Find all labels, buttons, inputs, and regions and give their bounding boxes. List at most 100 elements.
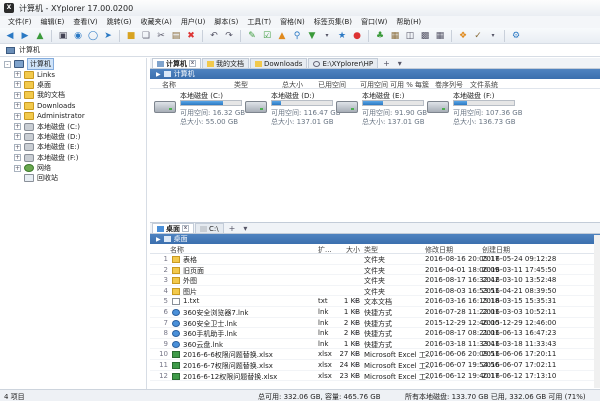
filter-dropdown-icon[interactable]: ▾: [321, 30, 333, 42]
nav-circle-icon[interactable]: ➤: [102, 30, 114, 42]
menu-scripting[interactable]: 脚本(S): [214, 17, 238, 27]
gear-icon[interactable]: ⚙: [510, 30, 522, 42]
menu-favorites[interactable]: 收藏夹(A): [141, 17, 172, 27]
menu-edit[interactable]: 编辑(E): [41, 17, 65, 27]
redo-icon[interactable]: ↷: [223, 30, 235, 42]
copy-icon[interactable]: ❏: [140, 30, 152, 42]
table-row[interactable]: 8 360手机助手.lnk lnk 2 KB + 快捷方式 2016-08-17 08:21…: [150, 328, 600, 339]
table-row[interactable]: 12 2016-6-12权限问题替换.xlsx xlsx 23 KB + Microsof…: [150, 371, 600, 382]
tree-icon[interactable]: ♣: [374, 30, 386, 42]
delete-icon[interactable]: ✖: [185, 30, 197, 42]
tree-item[interactable]: + 网络: [0, 163, 146, 173]
table-row[interactable]: 5 1.txt txt 1 KB + 文本文档 2016-03-16 16:15:18 201…: [150, 296, 600, 307]
drive-tile[interactable]: 本地磁盘 (D:) 可用空间: 116.47 GB 总大小: 137.01 GB: [245, 91, 345, 131]
close-icon[interactable]: x: [182, 225, 189, 232]
add-tab-button[interactable]: +: [379, 59, 394, 68]
tree-item[interactable]: + Downloads: [0, 101, 146, 111]
menu-user[interactable]: 用户(U): [181, 17, 206, 27]
toolbar-separator: [240, 29, 241, 42]
forward-arrow-icon[interactable]: ▶: [19, 30, 31, 42]
menu-panes[interactable]: 窗格(N): [280, 17, 305, 27]
tree-item[interactable]: + 本地磁盘 (E:): [0, 142, 146, 152]
back-arrow-icon[interactable]: ◀: [4, 30, 16, 42]
menu-go[interactable]: 跳转(G): [107, 17, 132, 27]
dual-pane-icon[interactable]: ◫: [404, 30, 416, 42]
table-row[interactable]: 11 2016-6-7权限问题替换.xlsx xlsx 24 KB + Microsoft…: [150, 360, 600, 371]
tab-downloads[interactable]: Downloads: [250, 58, 308, 68]
catalog-icon[interactable]: ▦: [389, 30, 401, 42]
menu-tabsets[interactable]: 标签页集(B): [314, 17, 352, 27]
properties-icon[interactable]: ✎: [246, 30, 258, 42]
tree-item[interactable]: + 本地磁盘 (C:): [0, 121, 146, 131]
table-row[interactable]: 4 图片 文件夹 2016-08-03 16:53:51 2016-04-21 08:3…: [150, 286, 600, 297]
menu-file[interactable]: 文件(F): [8, 17, 32, 27]
star-icon[interactable]: ★: [336, 30, 348, 42]
add-tab-button[interactable]: +: [225, 224, 240, 233]
tree-item[interactable]: + 我的文档: [0, 90, 146, 100]
tags-icon[interactable]: ❖: [457, 30, 469, 42]
breadcrumb[interactable]: ▶ 桌面: [150, 234, 600, 244]
table-row[interactable]: 6 360安全浏览器7.lnk lnk 1 KB + 快捷方式 2016-07-28 11:…: [150, 307, 600, 318]
undo-icon[interactable]: ↶: [208, 30, 220, 42]
up-arrow-icon[interactable]: ▲: [34, 30, 46, 42]
tab-documents[interactable]: 我的文档: [202, 58, 249, 68]
expand-toggle-icon[interactable]: +: [14, 164, 21, 172]
filter-icon[interactable]: ▼: [306, 30, 318, 42]
tab-xyplorer-hp[interactable]: E:\XYplorer\HP: [308, 58, 379, 68]
address-bar[interactable]: 计算机: [0, 44, 600, 57]
tree-item[interactable]: 回收站: [0, 173, 146, 183]
expand-toggle-icon[interactable]: +: [14, 91, 21, 99]
expand-toggle-icon[interactable]: +: [14, 102, 21, 110]
table-row[interactable]: 1 表格 文件夹 2016-08-16 20:05:17 2016-05-24 09:1…: [150, 254, 600, 265]
drive-tile[interactable]: 本地磁盘 (E:) 可用空间: 91.90 GB 总大小: 137.01 GB: [336, 91, 436, 131]
expand-toggle-icon[interactable]: -: [4, 60, 11, 68]
expand-toggle-icon[interactable]: +: [14, 112, 21, 120]
drive-tile[interactable]: 本地磁盘 (F:) 可用空间: 107.36 GB 总大小: 136.73 GB: [427, 91, 527, 131]
tree-item[interactable]: + Links: [0, 69, 146, 79]
expand-toggle-icon[interactable]: +: [14, 154, 21, 162]
vertical-scrollbar[interactable]: [594, 235, 600, 388]
expand-toggle-icon[interactable]: +: [14, 81, 21, 89]
new-folder-icon[interactable]: ■: [125, 30, 137, 42]
table-row[interactable]: 2 旧页面 文件夹 2016-04-01 18:06:09 2016-03-11 17:…: [150, 265, 600, 276]
menu-help[interactable]: 帮助(H): [396, 17, 421, 27]
brush-icon[interactable]: ✓: [472, 30, 484, 42]
tab-computer[interactable]: 计算机 x: [152, 58, 201, 68]
tree-item[interactable]: + 本地磁盘 (F:): [0, 153, 146, 163]
tree-item[interactable]: + 本地磁盘 (D:): [0, 132, 146, 142]
table-row[interactable]: 7 360安全卫士.lnk lnk 2 KB + 快捷方式 2015-12-29 12:46…: [150, 318, 600, 329]
tab-desktop[interactable]: 桌面 x: [152, 223, 194, 233]
close-icon[interactable]: x: [189, 60, 196, 67]
tree-item[interactable]: + 桌面: [0, 80, 146, 90]
menu-window[interactable]: 窗口(W): [361, 17, 387, 27]
brush-dropdown-icon[interactable]: ▾: [487, 30, 499, 42]
target-icon[interactable]: ◉: [72, 30, 84, 42]
monitor-icon[interactable]: ▣: [57, 30, 69, 42]
menu-tools[interactable]: 工具(T): [247, 17, 271, 27]
color-filter-icon[interactable]: ●: [351, 30, 363, 42]
ring-icon[interactable]: ◯: [87, 30, 99, 42]
cut-icon[interactable]: ✂: [155, 30, 167, 42]
tab-c-drive[interactable]: C:\: [195, 223, 224, 233]
search-icon[interactable]: ⚲: [291, 30, 303, 42]
drive-tile[interactable]: 本地磁盘 (C:) 可用空间: 16.32 GB 总大小: 55.00 GB: [154, 91, 254, 131]
layout-icon[interactable]: ▦: [434, 30, 446, 42]
table-row[interactable]: 9 360云盘.lnk lnk 1 KB + 快捷方式 2016-03-18 11:33:4…: [150, 339, 600, 350]
tree-item[interactable]: + Administrator: [0, 111, 146, 121]
table-row[interactable]: 3 外图 文件夹 2016-08-17 16:32:42 2016-03-10 13:5…: [150, 275, 600, 286]
breadcrumb[interactable]: ▶ 计算机: [150, 69, 600, 79]
tab-menu-icon[interactable]: ▾: [239, 224, 251, 233]
tree-item[interactable]: - 计算机: [0, 58, 146, 71]
expand-toggle-icon[interactable]: +: [14, 143, 21, 151]
table-row[interactable]: 10 2016-6-6权限问题替换.xlsx xlsx 27 KB + Microsoft…: [150, 349, 600, 360]
preview-icon[interactable]: ▩: [419, 30, 431, 42]
checkbox-icon[interactable]: ☑: [261, 30, 273, 42]
highlight-icon[interactable]: ▲: [276, 30, 288, 42]
menu-view[interactable]: 查看(V): [73, 17, 97, 27]
desktop-icon: [163, 236, 171, 242]
tab-menu-icon[interactable]: ▾: [394, 59, 406, 68]
paste-icon[interactable]: ▤: [170, 30, 182, 42]
expand-toggle-icon[interactable]: +: [14, 133, 21, 141]
expand-toggle-icon[interactable]: +: [14, 71, 21, 79]
expand-toggle-icon[interactable]: +: [14, 123, 21, 131]
